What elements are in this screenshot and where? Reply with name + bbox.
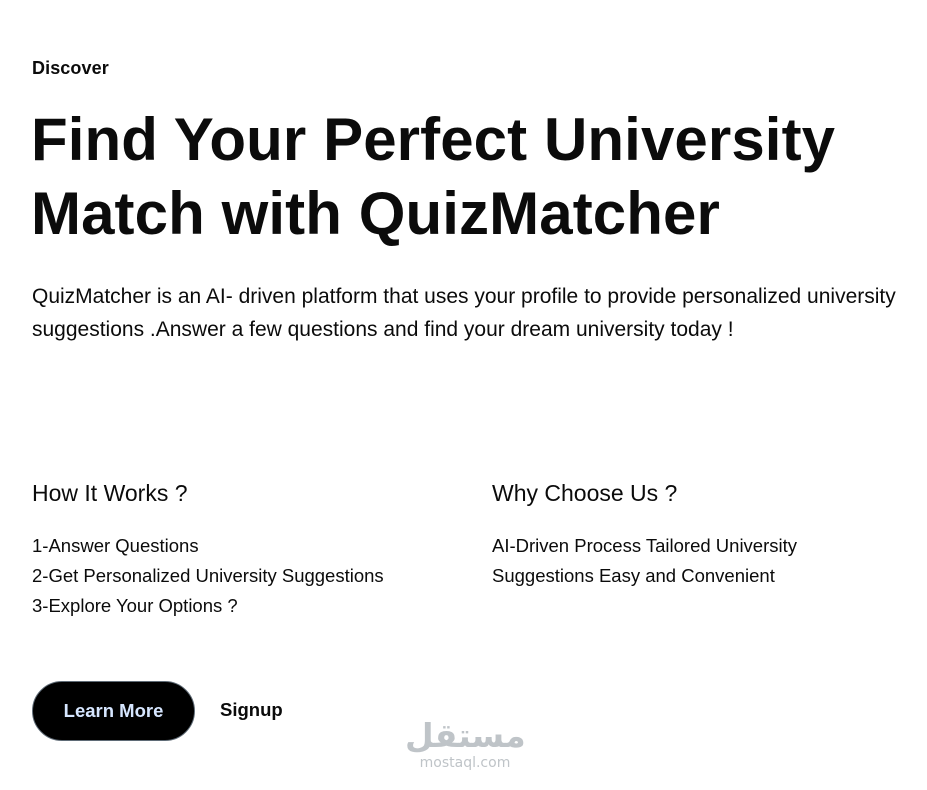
hero-description: QuizMatcher is an AI- driven platform th… xyxy=(32,285,896,341)
watermark-logo: مستقل mostaql.com xyxy=(405,716,526,772)
step-item: 1-Answer Questions xyxy=(32,535,199,556)
watermark-latin: mostaql.com xyxy=(419,755,511,771)
how-it-works-heading: How It Works ? xyxy=(32,480,188,506)
step-item: 3-Explore Your Options ? xyxy=(32,595,238,616)
page-title: Find Your Perfect University Match with … xyxy=(31,106,836,247)
why-choose-us-text: AI-Driven Process Tailored University Su… xyxy=(492,535,798,586)
how-it-works-steps: 1-Answer Questions 2-Get Personalized Un… xyxy=(32,531,462,621)
section-eyebrow: Discover xyxy=(32,58,109,78)
step-item: 2-Get Personalized University Suggestion… xyxy=(32,565,384,586)
how-it-works-section: How It Works ? 1-Answer Questions 2-Get … xyxy=(32,478,462,621)
watermark-arabic: مستقل xyxy=(405,716,526,755)
learn-more-button[interactable]: Learn More xyxy=(32,681,195,741)
signup-button[interactable]: Signup xyxy=(220,697,283,723)
why-choose-us-heading: Why Choose Us ? xyxy=(492,480,678,506)
why-choose-us-section: Why Choose Us ? AI-Driven Process Tailor… xyxy=(492,478,922,591)
